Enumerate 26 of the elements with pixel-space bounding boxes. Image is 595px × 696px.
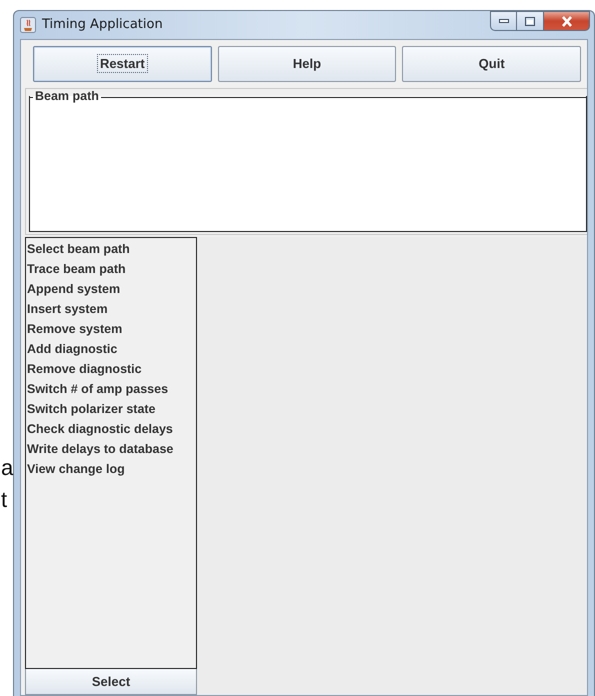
maximize-button[interactable] xyxy=(517,11,544,31)
window-title: Timing Application xyxy=(42,16,163,34)
toolbar-button[interactable]: Restart xyxy=(33,46,212,82)
list-item[interactable]: Check diagnostic delays xyxy=(27,419,173,439)
list-item[interactable]: Remove diagnostic xyxy=(27,359,142,379)
list-item[interactable]: Remove system xyxy=(27,319,122,339)
list-item[interactable]: Trace beam path xyxy=(27,259,126,279)
list-item[interactable]: Insert system xyxy=(27,299,108,319)
list-item[interactable]: Add diagnostic xyxy=(27,339,118,359)
list-item[interactable]: View change log xyxy=(27,459,125,479)
list-item[interactable]: Switch # of amp passes xyxy=(27,379,168,399)
list-item[interactable]: Write delays to database xyxy=(27,439,174,459)
toolbar-button[interactable]: Help xyxy=(218,46,396,82)
panel-title: Beam path xyxy=(35,89,99,103)
list-item[interactable]: Append system xyxy=(27,279,120,299)
toolbar-button[interactable]: Quit xyxy=(402,46,582,82)
list-item[interactable]: Select beam path xyxy=(27,239,130,259)
close-button[interactable] xyxy=(544,11,590,31)
maximize-icon xyxy=(525,16,535,26)
minimize-button[interactable] xyxy=(490,11,517,31)
list-item[interactable]: Switch polarizer state xyxy=(27,399,156,419)
app-icon xyxy=(20,17,36,33)
background-text: t xyxy=(1,488,8,512)
minimize-icon xyxy=(498,19,508,23)
select-button[interactable]: Select xyxy=(25,669,197,695)
close-icon xyxy=(560,16,572,26)
